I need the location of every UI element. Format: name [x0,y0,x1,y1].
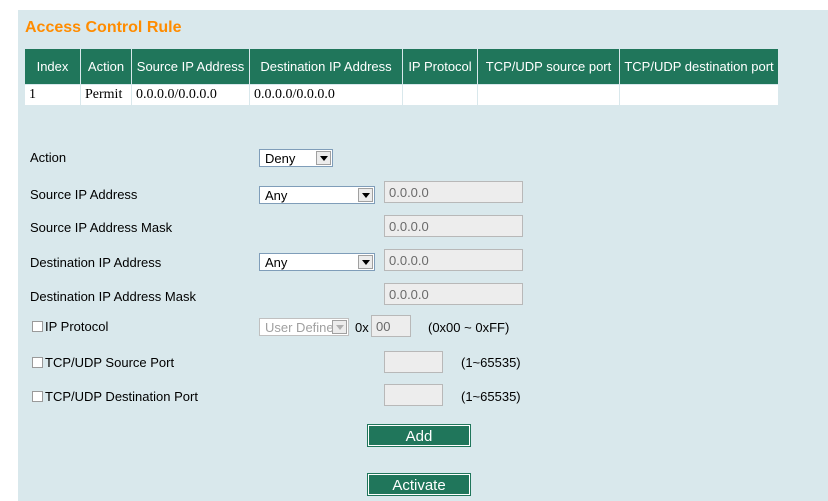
src-port-label: TCP/UDP Source Port [45,355,175,370]
dst-port-label: TCP/UDP Destination Port [45,389,198,404]
content-panel: Access Control Rule Index Action Source … [18,10,828,501]
ip-protocol-mode-value: User Defined [265,320,341,335]
destination-ip-mask-label: Destination IP Address Mask [30,289,196,304]
column-header: TCP/UDP source port [477,48,620,85]
destination-ip-label: Destination IP Address [30,255,162,270]
table-header-row: Index Action Source IP Address Destinati… [24,48,779,85]
add-button[interactable]: Add [367,424,471,447]
src-port-range: (1~65535) [461,355,521,370]
rule-table: Index Action Source IP Address Destinati… [24,48,779,106]
column-header: Index [24,48,81,85]
source-ip-mask-field[interactable]: 0.0.0.0 [384,215,523,237]
ip-protocol-checkbox[interactable] [32,321,43,332]
ip-protocol-label: IP Protocol [45,319,109,334]
table-cell-src-port [477,84,620,106]
table-cell-source-ip: 0.0.0.0/0.0.0.0 [131,84,250,106]
chevron-down-icon[interactable] [332,320,347,334]
table-cell-ip-protocol [402,84,478,106]
column-header: Action [80,48,132,85]
chevron-down-icon[interactable] [358,255,373,269]
page-title: Access Control Rule [25,19,182,36]
action-select-value: Deny [265,151,296,166]
table-cell-index: 1 [24,84,81,106]
ip-protocol-field[interactable]: 00 [371,315,411,337]
source-ip-field[interactable]: 0.0.0.0 [384,181,523,203]
source-ip-label: Source IP Address [30,187,138,202]
table-cell-dst-port [619,84,779,106]
destination-ip-mode-value: Any [265,255,288,270]
src-port-field[interactable] [384,351,443,373]
dst-port-checkbox[interactable] [32,391,43,402]
dst-port-range: (1~65535) [461,389,521,404]
chevron-down-icon[interactable] [316,151,331,165]
chevron-down-icon[interactable] [358,188,373,202]
src-port-checkbox[interactable] [32,357,43,368]
table-cell-action: Permit [80,84,132,106]
column-header: TCP/UDP destination port [619,48,779,85]
destination-ip-field[interactable]: 0.0.0.0 [384,249,523,271]
column-header: Destination IP Address [249,48,403,85]
destination-ip-mode-select[interactable]: Any [259,253,375,271]
source-ip-mode-value: Any [265,188,288,203]
column-header: IP Protocol [402,48,478,85]
table-row[interactable]: 1 Permit 0.0.0.0/0.0.0.0 0.0.0.0/0.0.0.0 [24,84,779,106]
destination-ip-mask-field[interactable]: 0.0.0.0 [384,283,523,305]
ip-protocol-hex-prefix: 0x [355,320,369,335]
column-header: Source IP Address [131,48,250,85]
ip-protocol-range: (0x00 ~ 0xFF) [428,320,510,335]
ip-protocol-mode-select[interactable]: User Defined [259,318,349,336]
dst-port-field[interactable] [384,384,443,406]
action-select[interactable]: Deny [259,149,333,167]
table-cell-destination-ip: 0.0.0.0/0.0.0.0 [249,84,403,106]
activate-button[interactable]: Activate [367,473,471,496]
source-ip-mask-label: Source IP Address Mask [30,220,173,235]
action-label: Action [30,150,67,165]
source-ip-mode-select[interactable]: Any [259,186,375,204]
